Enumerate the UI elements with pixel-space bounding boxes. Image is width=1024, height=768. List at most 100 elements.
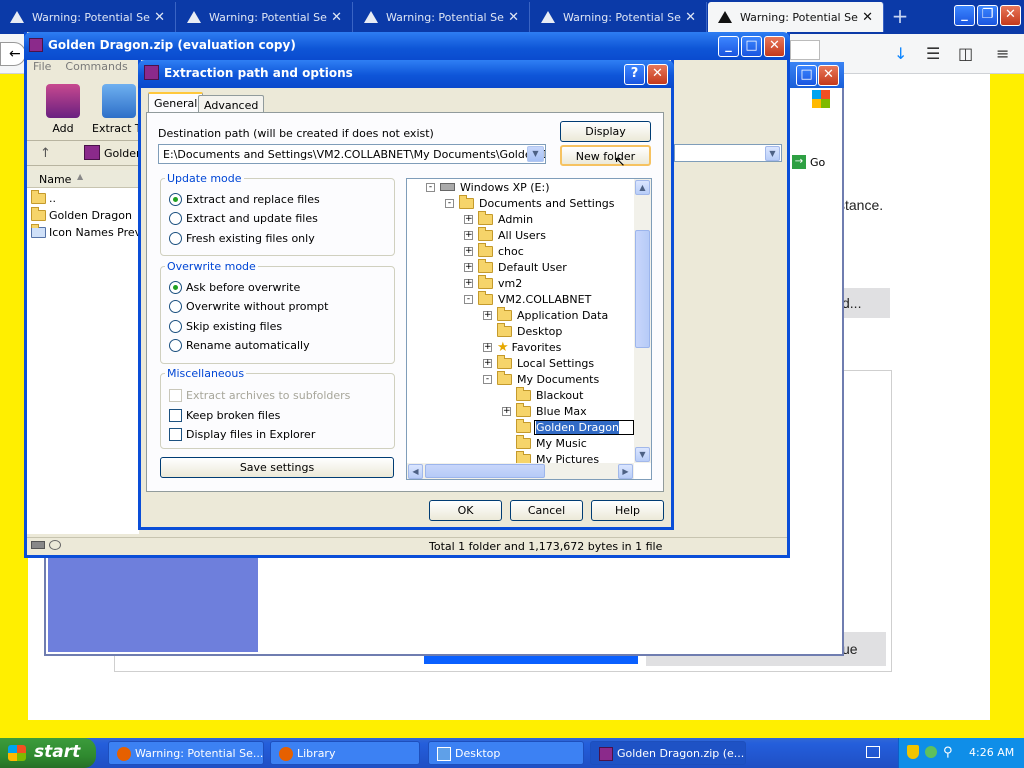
go-label[interactable]: Go — [810, 156, 825, 169]
task-desktop[interactable]: Desktop — [428, 741, 584, 765]
tree-node[interactable]: - VM2.COLLABNET — [464, 290, 591, 307]
browser-tab[interactable]: Warning: Potential Security Risk Ahead ✕ — [0, 2, 176, 32]
dialog-help-button[interactable]: ? — [624, 64, 645, 85]
collapse-icon[interactable]: - — [445, 198, 454, 208]
radio-button[interactable] — [169, 193, 182, 206]
tab-general[interactable]: General — [148, 92, 204, 114]
keyboard-icon[interactable] — [866, 746, 880, 758]
column-name[interactable]: Name — [39, 173, 71, 186]
overwrite-option-rename[interactable]: Rename automatically — [169, 339, 310, 352]
tree-node-editing[interactable]: Golden Dragon — [516, 418, 634, 435]
browser-tab[interactable]: Warning: Potential Security Risk Ahead ✕ — [177, 2, 353, 32]
radio-button[interactable] — [169, 232, 182, 245]
tree-node[interactable]: My Music — [516, 434, 587, 451]
url-bar-edge[interactable] — [790, 40, 820, 60]
radio-button[interactable] — [169, 212, 182, 225]
network-icon[interactable] — [925, 746, 937, 758]
misc-option-explorer[interactable]: Display files in Explorer — [169, 428, 315, 441]
task-winrar[interactable]: Golden Dragon.zip (e... — [590, 741, 746, 765]
expand-icon[interactable]: + — [464, 246, 473, 256]
background-restore-button[interactable]: □ — [796, 65, 817, 86]
tree-horizontal-scroll-thumb[interactable] — [425, 464, 545, 478]
go-arrow-icon[interactable]: → — [792, 155, 806, 169]
tree-node[interactable]: + All Users — [464, 226, 546, 243]
tree-node[interactable]: + ★ Favorites — [483, 339, 561, 355]
list-item[interactable]: .. — [31, 189, 56, 206]
tree-node[interactable]: + vm2 — [464, 274, 522, 291]
radio-button[interactable] — [169, 339, 182, 352]
task-library[interactable]: Library — [270, 741, 420, 765]
browser-restore-button[interactable]: ❐ — [977, 5, 998, 26]
menu-commands[interactable]: Commands — [65, 60, 127, 73]
expand-icon[interactable]: + — [483, 310, 492, 320]
tree-node[interactable]: + Default User — [464, 258, 567, 275]
back-arrow-icon[interactable]: ← — [0, 42, 26, 66]
scroll-down-icon[interactable]: ▼ — [635, 447, 650, 462]
address-dropdown-icon[interactable]: ▼ — [765, 146, 780, 161]
background-close-button[interactable]: ✕ — [818, 65, 839, 86]
update-option-fresh[interactable]: Fresh existing files only — [169, 232, 315, 245]
expand-icon[interactable]: + — [464, 214, 473, 224]
clock[interactable]: 4:26 AM — [969, 746, 1014, 759]
browser-minimize-button[interactable]: _ — [954, 5, 975, 26]
browser-tab[interactable]: Warning: Potential Security Risk Ahead ✕ — [531, 2, 707, 32]
update-option-update[interactable]: Extract and update files — [169, 212, 318, 225]
tree-node[interactable]: - Windows XP (E:) — [426, 179, 550, 195]
radio-button[interactable] — [169, 300, 182, 313]
update-option-replace[interactable]: Extract and replace files — [169, 193, 320, 206]
menu-file[interactable]: File — [33, 60, 51, 73]
collapse-icon[interactable]: - — [464, 294, 473, 304]
expand-icon[interactable]: + — [464, 230, 473, 240]
dest-path-dropdown-icon[interactable]: ▼ — [527, 146, 544, 162]
tree-node[interactable]: Blackout — [516, 386, 583, 403]
tree-node[interactable]: + Local Settings — [483, 354, 594, 371]
radio-button[interactable] — [169, 281, 182, 294]
start-button[interactable]: start — [0, 738, 96, 768]
winrar-close-button[interactable]: ✕ — [764, 36, 785, 57]
tree-node[interactable]: - My Documents — [483, 370, 599, 387]
rename-input[interactable]: Golden Dragon — [534, 419, 634, 435]
overwrite-option-skip[interactable]: Skip existing files — [169, 320, 282, 333]
shield-icon[interactable] — [907, 745, 919, 759]
save-settings-button[interactable]: Save settings — [160, 457, 394, 478]
expand-icon[interactable]: + — [464, 278, 473, 288]
list-item[interactable]: Icon Names Previ... — [31, 223, 155, 240]
close-tab-icon[interactable]: ✕ — [508, 10, 519, 25]
expand-icon[interactable]: + — [483, 342, 492, 352]
tree-node[interactable]: + Blue Max — [502, 402, 587, 419]
expand-icon[interactable]: + — [464, 262, 473, 272]
library-icon[interactable]: ☰ — [926, 44, 940, 63]
winrar-maximize-button[interactable]: □ — [741, 36, 762, 57]
search-icon[interactable]: ⚲ — [943, 745, 953, 760]
tree-vertical-scroll-thumb[interactable] — [635, 230, 650, 348]
new-folder-button[interactable]: New folder — [560, 145, 651, 166]
overwrite-option-ask[interactable]: Ask before overwrite — [169, 281, 300, 294]
close-tab-icon[interactable]: ✕ — [685, 10, 696, 25]
scroll-up-icon[interactable]: ▲ — [635, 180, 650, 195]
cancel-button[interactable]: Cancel — [510, 500, 583, 521]
winrar-minimize-button[interactable]: _ — [718, 36, 739, 57]
close-tab-icon[interactable]: ✕ — [154, 10, 165, 25]
radio-button[interactable] — [169, 320, 182, 333]
tree-node[interactable]: + choc — [464, 242, 524, 259]
download-icon[interactable]: ↓ — [894, 44, 907, 63]
page-advanced-button[interactable]: d... — [838, 288, 890, 318]
collapse-icon[interactable]: - — [483, 374, 492, 384]
browser-close-button[interactable]: ✕ — [1000, 5, 1021, 26]
close-tab-icon[interactable]: ✕ — [331, 10, 342, 25]
extract-button[interactable]: Extract T — [92, 84, 142, 135]
task-firefox[interactable]: Warning: Potential Se... — [108, 741, 264, 765]
ok-button[interactable]: OK — [429, 500, 502, 521]
add-button[interactable]: Add — [40, 84, 86, 135]
scroll-left-icon[interactable]: ◀ — [408, 464, 423, 479]
expand-icon[interactable]: + — [502, 406, 511, 416]
collapse-icon[interactable]: - — [426, 182, 435, 192]
overwrite-option-overwrite[interactable]: Overwrite without prompt — [169, 300, 328, 313]
close-tab-icon[interactable]: ✕ — [862, 10, 873, 25]
display-button[interactable]: Display — [560, 121, 651, 142]
menu-icon[interactable]: ≡ — [996, 44, 1009, 63]
tree-node[interactable]: + Admin — [464, 210, 533, 227]
sidebar-icon[interactable]: ◫ — [958, 44, 973, 63]
help-button[interactable]: Help — [591, 500, 664, 521]
tree-node[interactable]: Desktop — [497, 322, 562, 339]
